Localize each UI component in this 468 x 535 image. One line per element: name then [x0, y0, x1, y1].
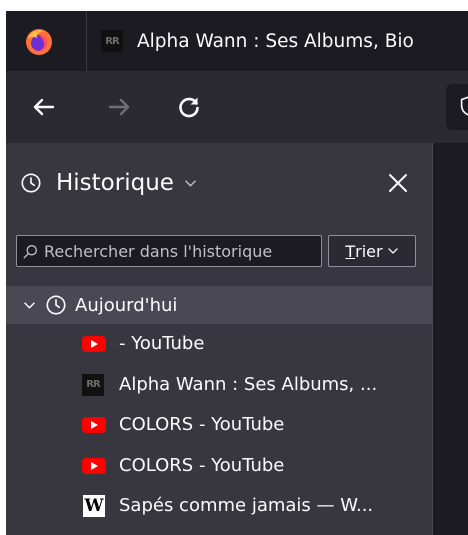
- sort-label: rier: [355, 241, 383, 261]
- tab-bar: RR Alpha Wann : Ses Albums, Bio: [6, 11, 468, 71]
- youtube-icon: [82, 414, 106, 436]
- sidebar-title: Historique: [56, 170, 174, 196]
- page-content: [433, 143, 468, 535]
- chevron-down-icon: [184, 179, 196, 187]
- youtube-icon: [82, 333, 106, 355]
- history-item[interactable]: RR Alpha Wann : Ses Albums, ...: [6, 365, 432, 406]
- forward-arrow-icon[interactable]: [101, 89, 137, 125]
- navigation-toolbar: [6, 71, 468, 143]
- history-item[interactable]: - YouTube: [6, 324, 432, 365]
- active-tab[interactable]: RR Alpha Wann : Ses Albums, Bio: [101, 11, 468, 71]
- tab-separator: [86, 11, 87, 71]
- search-icon: [23, 244, 37, 258]
- history-item-label: COLORS - YouTube: [119, 454, 285, 476]
- twisty-expanded-icon[interactable]: [23, 301, 36, 310]
- chevron-down-icon: [387, 248, 398, 254]
- history-tree: Aujourd'hui - YouTube RR Alpha Wann : Se…: [6, 286, 432, 527]
- rapreference-rr-icon: RR: [101, 30, 123, 52]
- rapreference-rr-icon: RR: [82, 373, 106, 396]
- reload-icon[interactable]: [171, 89, 207, 125]
- back-arrow-icon[interactable]: [26, 89, 62, 125]
- history-sidebar: Historique Trier: [6, 143, 433, 535]
- tracking-shield-icon[interactable]: [460, 96, 468, 116]
- history-group-label: Aujourd'hui: [75, 294, 178, 316]
- history-item-label: COLORS - YouTube: [119, 414, 285, 435]
- sort-label-accesskey: T: [345, 241, 356, 261]
- sidebar-switcher-button[interactable]: Historique: [20, 163, 197, 203]
- history-search-field[interactable]: [16, 235, 322, 267]
- history-item[interactable]: COLORS - YouTube: [6, 446, 432, 487]
- tab-title: Alpha Wann : Ses Albums, Bio: [137, 30, 414, 52]
- history-item[interactable]: COLORS - YouTube: [6, 405, 432, 446]
- history-search-input[interactable]: [44, 241, 314, 261]
- history-item-label: - YouTube: [119, 333, 205, 354]
- history-group-today[interactable]: Aujourd'hui: [6, 286, 432, 324]
- history-item[interactable]: W Sapés comme jamais — W...: [6, 486, 432, 527]
- search-row: Trier: [16, 235, 426, 267]
- sort-button[interactable]: Trier: [328, 235, 416, 267]
- history-item-label: Alpha Wann : Ses Albums, ...: [119, 373, 378, 395]
- firefox-icon[interactable]: [24, 27, 54, 57]
- url-bar[interactable]: [446, 84, 468, 130]
- close-icon[interactable]: [382, 167, 414, 199]
- sidebar-header: Historique: [6, 143, 432, 223]
- youtube-icon: [82, 455, 106, 477]
- clock-icon: [46, 295, 66, 315]
- history-item-label: Sapés comme jamais — W...: [119, 495, 374, 516]
- clock-icon: [21, 173, 41, 193]
- wikipedia-icon: W: [83, 495, 105, 517]
